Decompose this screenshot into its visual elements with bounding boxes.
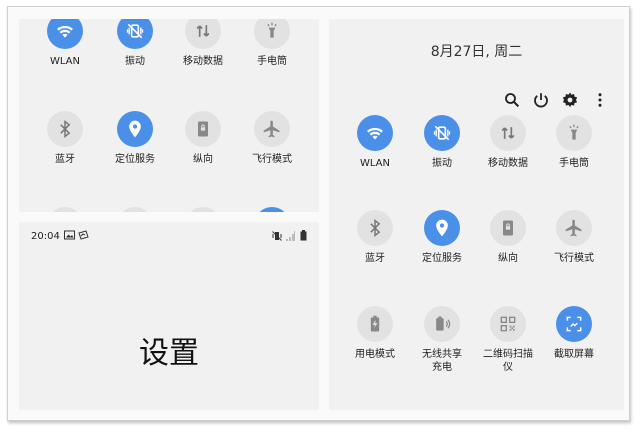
status-notification-icons bbox=[64, 230, 89, 240]
tile-label: WLAN bbox=[359, 158, 390, 169]
date-label: 8月27日, 周二 bbox=[430, 44, 523, 60]
bluetooth-icon bbox=[357, 210, 393, 246]
tile-label: 蓝牙 bbox=[365, 253, 385, 264]
tile-power-mode[interactable]: 用电模式 bbox=[340, 306, 410, 361]
tile-label: 定位服务 bbox=[115, 154, 155, 165]
tile-label: 振动 bbox=[432, 158, 452, 169]
tile-peek bbox=[185, 207, 221, 212]
tile-mobile-data[interactable]: 移动数据 bbox=[168, 19, 238, 68]
tile-portrait[interactable]: 纵向 bbox=[168, 111, 238, 166]
screenshot-notification-icon bbox=[78, 230, 89, 240]
battery-icon bbox=[300, 230, 307, 241]
page-indicator[interactable] bbox=[329, 403, 624, 410]
tile-label: 飞行模式 bbox=[252, 154, 292, 165]
status-system-icons bbox=[272, 230, 307, 241]
tile-label: 二维码扫描 仪 bbox=[483, 349, 533, 373]
tile-label: 用电模式 bbox=[355, 349, 395, 360]
gallery-icon bbox=[64, 230, 75, 240]
vibrate-icon bbox=[117, 19, 153, 49]
vibrate-mode-icon bbox=[272, 230, 282, 241]
mobile-data-icon bbox=[185, 19, 221, 49]
tile-label: 移动数据 bbox=[488, 158, 528, 169]
power-icon[interactable] bbox=[532, 91, 550, 109]
tile-label: 蓝牙 bbox=[55, 154, 75, 165]
tile-flashlight[interactable]: 手电筒 bbox=[237, 19, 307, 68]
location-icon bbox=[424, 210, 460, 246]
tile-vibrate[interactable]: 振动 bbox=[407, 115, 477, 170]
tile-flashlight[interactable]: 手电筒 bbox=[539, 115, 609, 170]
tile-wireless-powershare[interactable]: 无线共享 充电 bbox=[407, 306, 477, 374]
portrait-lock-icon bbox=[490, 210, 526, 246]
airplane-icon bbox=[556, 210, 592, 246]
tile-wlan[interactable]: WLAN bbox=[340, 115, 410, 170]
settings-title: 设置 bbox=[139, 336, 199, 371]
location-icon bbox=[117, 111, 153, 147]
flashlight-icon bbox=[254, 19, 290, 49]
settings-screen: 20:04 设置 bbox=[19, 222, 319, 410]
tile-wlan[interactable]: WLAN bbox=[30, 19, 100, 68]
signal-icon bbox=[286, 230, 295, 241]
search-icon[interactable] bbox=[503, 91, 521, 109]
tile-label: 纵向 bbox=[498, 253, 518, 264]
tile-bluetooth[interactable]: 蓝牙 bbox=[340, 210, 410, 265]
tile-screenshot[interactable]: 截取屏幕 bbox=[539, 306, 609, 361]
tile-label: WLAN bbox=[49, 56, 80, 67]
screenshot-icon bbox=[556, 306, 592, 342]
tile-label: 纵向 bbox=[193, 154, 213, 165]
tile-peek bbox=[117, 207, 153, 212]
tile-bluetooth[interactable]: 蓝牙 bbox=[30, 111, 100, 166]
tile-label: 移动数据 bbox=[183, 56, 223, 67]
tile-peek bbox=[47, 207, 83, 212]
qr-scanner-icon bbox=[490, 306, 526, 342]
tile-portrait[interactable]: 纵向 bbox=[473, 210, 543, 265]
tile-mobile-data[interactable]: 移动数据 bbox=[473, 115, 543, 170]
tile-airplane[interactable]: 飞行模式 bbox=[237, 111, 307, 166]
tile-label: 无线共享 充电 bbox=[422, 349, 462, 373]
quick-settings-panel-partial: WLAN 振动 移动数据 手电筒 蓝牙 定位服务 纵向 飞行模式 bbox=[19, 19, 319, 212]
airplane-icon bbox=[254, 111, 290, 147]
tile-label: 截取屏幕 bbox=[554, 349, 594, 360]
tile-peek bbox=[254, 207, 290, 212]
portrait-lock-icon bbox=[185, 111, 221, 147]
tile-qr-scanner[interactable]: 二维码扫描 仪 bbox=[473, 306, 543, 374]
wireless-powershare-icon bbox=[424, 306, 460, 342]
quick-settings-panel: 8月27日, 周二 WLAN 振动 移动数据 手电筒 蓝牙 定位服务 纵向 飞行… bbox=[329, 19, 624, 410]
tile-location[interactable]: 定位服务 bbox=[100, 111, 170, 166]
flashlight-icon bbox=[556, 115, 592, 151]
tile-label: 飞行模式 bbox=[554, 253, 594, 264]
wifi-icon bbox=[47, 19, 83, 49]
tile-airplane[interactable]: 飞行模式 bbox=[539, 210, 609, 265]
wifi-icon bbox=[357, 115, 393, 151]
mobile-data-icon bbox=[490, 115, 526, 151]
power-mode-icon bbox=[357, 306, 393, 342]
tile-label: 定位服务 bbox=[422, 253, 462, 264]
tile-label: 手电筒 bbox=[559, 158, 589, 169]
more-options-icon[interactable] bbox=[591, 91, 609, 109]
status-time: 20:04 bbox=[31, 231, 60, 242]
tile-vibrate[interactable]: 振动 bbox=[100, 19, 170, 68]
gear-icon[interactable] bbox=[561, 91, 579, 109]
tile-label: 手电筒 bbox=[257, 56, 287, 67]
tile-label: 振动 bbox=[125, 56, 145, 67]
tile-location[interactable]: 定位服务 bbox=[407, 210, 477, 265]
bluetooth-icon bbox=[47, 111, 83, 147]
vibrate-icon bbox=[424, 115, 460, 151]
